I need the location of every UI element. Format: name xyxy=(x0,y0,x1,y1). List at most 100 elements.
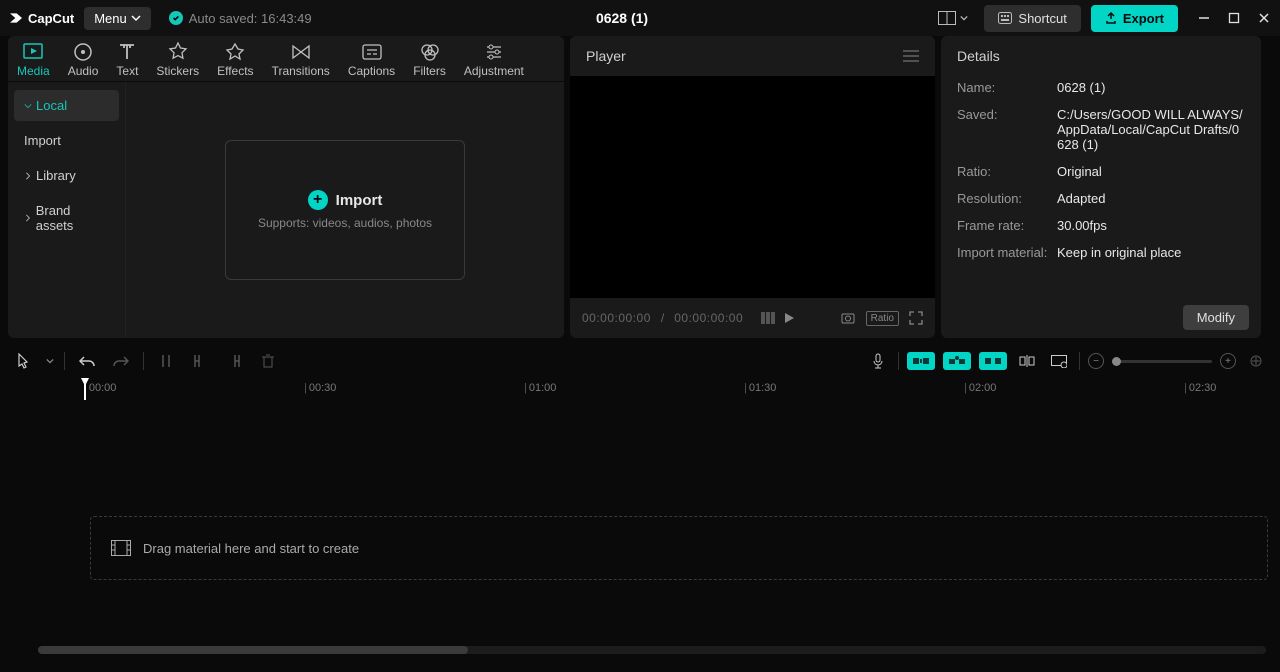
undo-icon xyxy=(79,354,95,368)
effects-icon xyxy=(224,42,246,62)
tab-label: Effects xyxy=(217,64,253,78)
split-icon xyxy=(160,354,172,368)
shortcut-button[interactable]: Shortcut xyxy=(984,5,1080,32)
record-audio-button[interactable] xyxy=(866,349,890,373)
detail-value-saved: C:/Users/GOOD WILL ALWAYS/AppData/Local/… xyxy=(1057,107,1245,152)
delete-right-button[interactable] xyxy=(222,349,246,373)
menu-label: Menu xyxy=(94,11,127,26)
axis-icon xyxy=(1019,354,1035,368)
chevron-down-icon xyxy=(131,13,141,23)
mic-icon xyxy=(872,353,884,369)
sidebar-item-local[interactable]: Local xyxy=(14,90,119,121)
import-area: + Import Supports: videos, audios, photo… xyxy=(126,82,564,338)
time-total: 00:00:00:00 xyxy=(674,311,743,325)
sidebar-item-import[interactable]: Import xyxy=(14,125,119,156)
film-icon xyxy=(111,540,131,556)
magnet-main-toggle[interactable] xyxy=(907,352,935,370)
timeline-tracks[interactable]: Drag material here and start to create xyxy=(0,400,1280,640)
import-label: Import xyxy=(336,192,383,209)
time-current: 00:00:00:00 xyxy=(582,311,651,325)
media-icon xyxy=(22,42,44,62)
layout-button[interactable] xyxy=(932,7,974,29)
details-header: Details xyxy=(941,36,1261,76)
zoom-in-button[interactable]: + xyxy=(1220,353,1236,369)
close-button[interactable] xyxy=(1256,12,1272,24)
export-icon xyxy=(1105,12,1117,24)
detail-value-name: 0628 (1) xyxy=(1057,80,1105,95)
timeline-dropzone[interactable]: Drag material here and start to create xyxy=(90,516,1268,580)
sidebar-label: Library xyxy=(36,168,76,183)
tab-stickers[interactable]: Stickers xyxy=(147,36,208,81)
tab-captions[interactable]: Captions xyxy=(339,36,404,81)
tab-effects[interactable]: Effects xyxy=(208,36,262,81)
player-viewport[interactable] xyxy=(570,76,935,298)
select-tool-button[interactable] xyxy=(12,349,36,373)
maximize-button[interactable] xyxy=(1226,12,1242,24)
details-title: Details xyxy=(957,48,1000,64)
import-hint: Supports: videos, audios, photos xyxy=(258,216,432,230)
export-button[interactable]: Export xyxy=(1091,5,1178,32)
tab-label: Transitions xyxy=(272,64,330,78)
sidebar-label: Local xyxy=(36,98,67,113)
ruler-mark: 01:00 xyxy=(524,382,556,394)
play-icon[interactable] xyxy=(783,312,795,324)
capcut-logo-icon xyxy=(8,10,24,26)
magnet-link-toggle[interactable] xyxy=(943,352,971,370)
tab-label: Captions xyxy=(348,64,395,78)
chevron-down-icon xyxy=(960,14,968,22)
import-dropzone[interactable]: + Import Supports: videos, audios, photo… xyxy=(225,140,465,280)
player-controls: 00:00:00:00 / 00:00:00:00 Ratio xyxy=(570,298,935,338)
tab-label: Filters xyxy=(413,64,446,78)
cover-button[interactable] xyxy=(1047,349,1071,373)
chevron-down-icon[interactable] xyxy=(46,357,54,365)
sidebar-item-library[interactable]: Library xyxy=(14,160,119,191)
sidebar-label: Import xyxy=(24,133,61,148)
zoom-out-button[interactable]: − xyxy=(1088,353,1104,369)
tab-transitions[interactable]: Transitions xyxy=(263,36,339,81)
fit-icon xyxy=(1249,354,1263,368)
zoom-fit-button[interactable] xyxy=(1244,349,1268,373)
fullscreen-icon[interactable] xyxy=(909,311,923,325)
ratio-button[interactable]: Ratio xyxy=(866,311,899,326)
text-icon xyxy=(116,42,138,62)
redo-button[interactable] xyxy=(109,349,133,373)
split-button[interactable] xyxy=(154,349,178,373)
tab-media[interactable]: Media xyxy=(8,36,59,81)
timeline-scrollbar[interactable] xyxy=(38,646,1266,654)
tab-filters[interactable]: Filters xyxy=(404,36,455,81)
magnet-aux-toggle[interactable] xyxy=(979,352,1007,370)
trim-left-icon xyxy=(193,354,207,368)
tab-adjustment[interactable]: Adjustment xyxy=(455,36,533,81)
tab-label: Text xyxy=(116,64,138,78)
transitions-icon xyxy=(290,42,312,62)
undo-button[interactable] xyxy=(75,349,99,373)
player-title: Player xyxy=(586,48,626,64)
redo-icon xyxy=(113,354,129,368)
delete-left-button[interactable] xyxy=(188,349,212,373)
media-panel: MediaAudio Text Stickers Effects Transitions… xyxy=(8,36,564,338)
tab-audio[interactable]: Audio xyxy=(59,36,108,81)
detail-value-fps: 30.00fps xyxy=(1057,218,1107,233)
compare-icon[interactable] xyxy=(761,312,775,324)
adjustment-icon xyxy=(483,42,505,62)
playhead[interactable] xyxy=(84,378,86,400)
zoom-slider[interactable] xyxy=(1112,360,1212,363)
snapshot-icon[interactable] xyxy=(840,310,856,326)
delete-button[interactable] xyxy=(256,349,280,373)
chevron-down-icon xyxy=(24,102,32,110)
tab-text[interactable]: Text xyxy=(107,36,147,81)
ruler-mark: 00:00 xyxy=(84,382,116,394)
minimize-button[interactable] xyxy=(1196,12,1212,24)
media-sidebar: Local Import Library Brand assets xyxy=(8,82,126,338)
tab-label: Stickers xyxy=(156,64,199,78)
player-menu-icon[interactable] xyxy=(903,50,919,62)
player-header: Player xyxy=(570,36,935,76)
audio-icon xyxy=(72,42,94,62)
preview-axis-button[interactable] xyxy=(1015,349,1039,373)
shortcut-label: Shortcut xyxy=(1018,11,1066,26)
timeline-ruler[interactable]: 00:0000:3001:0001:3002:0002:30 xyxy=(0,378,1280,400)
ruler-mark: 02:00 xyxy=(964,382,996,394)
modify-button[interactable]: Modify xyxy=(1183,305,1249,330)
menu-button[interactable]: Menu xyxy=(84,7,151,30)
sidebar-item-brand-assets[interactable]: Brand assets xyxy=(14,195,119,241)
